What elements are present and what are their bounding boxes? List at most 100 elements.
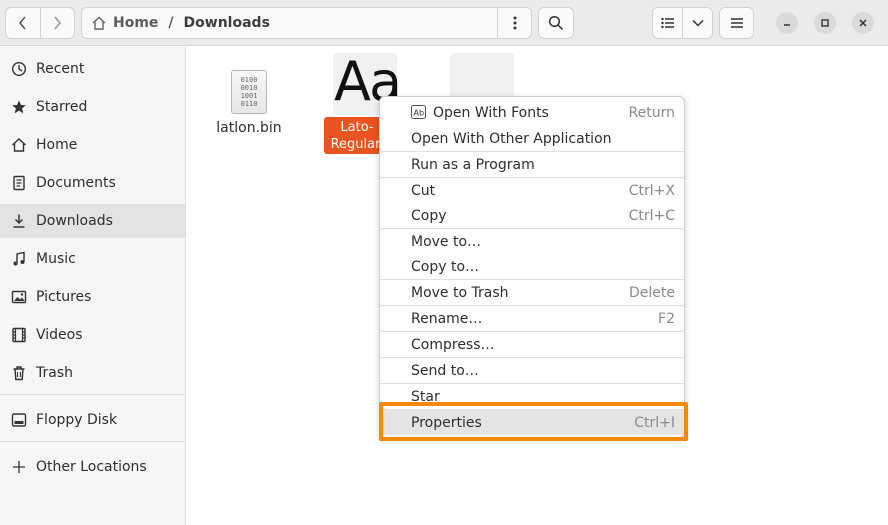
menu-item-open-with-fonts[interactable]: Ab Open With Fonts Return [380,100,684,125]
menu-item-move-to[interactable]: Move to… [380,229,684,254]
binary-icon-line: 0100 [240,76,258,84]
search-icon [548,15,564,31]
menu-item-label: Move to Trash [411,284,509,301]
trash-icon [10,365,28,381]
sidebar-item-downloads[interactable]: Downloads [0,204,185,238]
menu-item-label: Open With Other Application [411,130,612,147]
forward-button[interactable] [39,8,75,38]
menu-item-cut[interactable]: Cut Ctrl+X [380,178,684,203]
menu-item-label: Copy to… [411,258,480,275]
highlight-outline [379,402,688,441]
view-options-button[interactable] [682,8,712,38]
sidebar-item-label: Trash [36,365,73,381]
document-icon [10,175,28,191]
chevron-down-icon [691,19,704,27]
floppy-icon [10,412,28,428]
navigation-buttons [5,7,75,39]
sidebar-item-label: Downloads [36,213,113,229]
minimize-icon [784,24,790,26]
picture-icon [10,289,28,305]
sidebar-item-floppy-disk[interactable]: Floppy Disk [0,403,185,437]
menu-item-shortcut: F2 [658,310,675,327]
sidebar-item-other-locations[interactable]: Other Locations [0,450,185,484]
menu-item-compress[interactable]: Compress… [380,332,684,357]
menu-item-label: Copy [411,207,447,224]
main-menu-button[interactable] [719,7,754,39]
chevron-left-icon [18,16,26,30]
download-icon [10,213,28,229]
sidebar-item-documents[interactable]: Documents [0,166,185,200]
search-button[interactable] [538,7,574,39]
home-icon [10,137,28,153]
kebab-menu-icon [513,16,516,30]
sidebar-item-label: Pictures [36,289,92,305]
menu-item-label: Move to… [411,233,482,250]
home-icon [91,15,107,31]
binary-icon-line: 1001 [240,92,258,100]
video-icon [10,327,28,343]
hamburger-menu-icon [730,18,743,28]
context-menu: Ab Open With Fonts Return Open With Othe… [379,96,685,438]
menu-item-shortcut: Delete [629,284,675,301]
binary-icon-line: 0110 [240,100,258,108]
sidebar-item-label: Music [36,251,76,267]
plus-icon [10,459,28,475]
minimize-button[interactable] [776,12,798,34]
menu-item-label: Send to… [411,362,479,379]
menu-item-label: Rename… [411,310,483,327]
sidebar-item-videos[interactable]: Videos [0,318,185,352]
file-item[interactable]: 0100 0010 1001 0110 latlon.bin [214,70,284,136]
back-button[interactable] [6,8,40,38]
menu-item-copy[interactable]: Copy Ctrl+C [380,203,684,228]
menu-item-shortcut: Ctrl+C [628,207,675,224]
sidebar-item-label: Recent [36,61,85,77]
menu-item-shortcut: Ctrl+X [628,182,675,199]
star-icon [10,99,28,115]
menu-item-label: Compress… [411,336,495,353]
menu-item-send-to[interactable]: Send to… [380,358,684,383]
menu-item-move-to-trash[interactable]: Move to Trash Delete [380,280,684,305]
menu-item-open-with-other-application[interactable]: Open With Other Application [380,126,684,151]
close-button[interactable] [852,12,874,34]
sidebar-item-pictures[interactable]: Pictures [0,280,185,314]
path-menu-button[interactable] [497,8,531,38]
sidebar: Recent Starred Home Documents Downloads … [0,47,186,525]
sidebar-item-trash[interactable]: Trash [0,356,185,390]
menu-item-label: Run as a Program [411,156,535,173]
clock-icon [10,61,28,77]
breadcrumb-separator: / [168,15,174,31]
view-toggle-group [652,7,713,39]
file-name: latlon.bin [216,120,282,136]
sidebar-divider [0,441,185,442]
maximize-icon [821,19,829,27]
chevron-right-icon [54,16,62,30]
menu-item-label: Open With Fonts [433,104,549,121]
menu-item-run-as-program[interactable]: Run as a Program [380,152,684,177]
sidebar-item-music[interactable]: Music [0,242,185,276]
close-icon [859,19,867,27]
list-view-icon [660,17,674,29]
sidebar-item-label: Home [36,137,78,153]
sidebar-item-label: Videos [36,327,83,343]
sidebar-item-label: Documents [36,175,116,191]
fonts-app-icon: Ab [411,105,426,123]
menu-item-shortcut: Return [628,104,675,121]
menu-item-label: Cut [411,182,436,199]
binary-file-icon: 0100 0010 1001 0110 [231,70,267,114]
menu-item-copy-to[interactable]: Copy to… [380,254,684,279]
sidebar-item-home[interactable]: Home [0,128,185,162]
menu-item-rename[interactable]: Rename… F2 [380,306,684,331]
svg-text:Ab: Ab [414,109,425,118]
sidebar-item-label: Starred [36,99,88,115]
sidebar-item-starred[interactable]: Starred [0,90,185,124]
binary-icon-line: 0010 [240,84,258,92]
breadcrumb-current[interactable]: Downloads [184,15,270,31]
list-view-button[interactable] [653,8,682,38]
sidebar-item-recent[interactable]: Recent [0,52,185,86]
music-icon [10,251,28,267]
header-bar: Home / Downloads [0,0,888,46]
path-bar: Home / Downloads [81,7,532,39]
breadcrumb-home[interactable]: Home [113,15,158,31]
sidebar-item-label: Floppy Disk [36,412,118,428]
maximize-button[interactable] [814,12,836,34]
